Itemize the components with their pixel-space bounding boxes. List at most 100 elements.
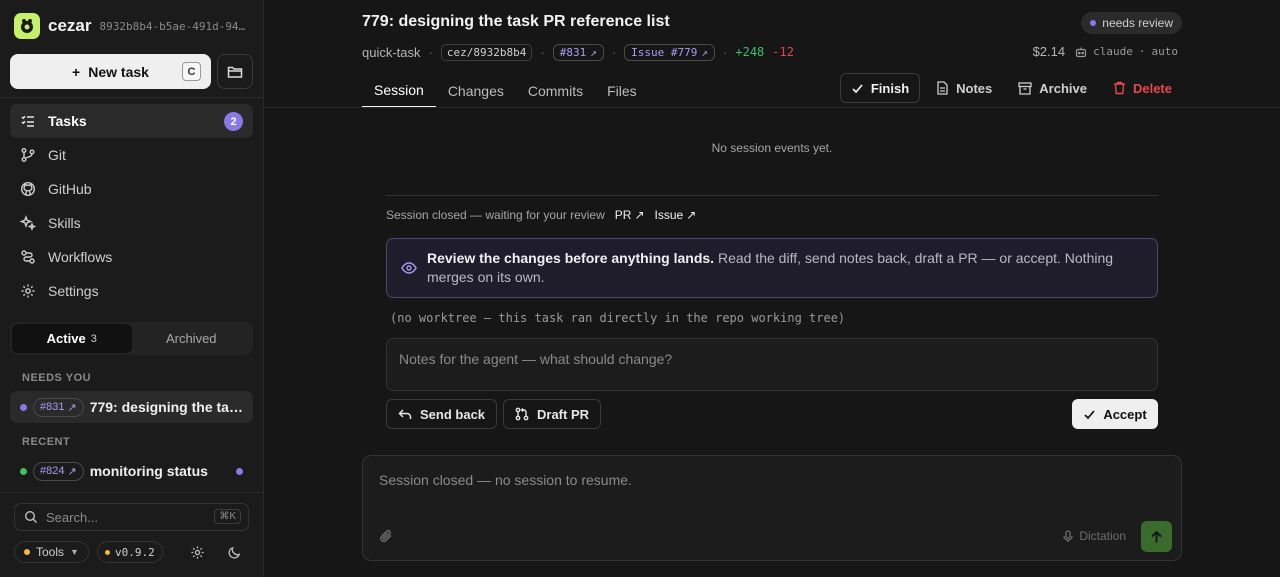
task-actions: Finish Notes Archive Delete — [839, 73, 1182, 103]
robot-icon — [1076, 47, 1087, 57]
meta-separator: · — [723, 44, 728, 60]
task-item[interactable]: #831 ↗ 779: designing the ta… — [10, 391, 253, 423]
section-needs-you: NEEDS YOU — [22, 372, 92, 384]
session-closed-text: Session closed — waiting for your review — [386, 208, 605, 222]
nav-item-git[interactable]: Git — [10, 138, 253, 172]
header-divider — [264, 107, 1280, 108]
send-back-button[interactable]: Send back — [386, 399, 498, 429]
nav-label-tasks: Tasks — [48, 113, 87, 129]
dictation-label: Dictation — [1079, 529, 1126, 543]
delete-label: Delete — [1132, 80, 1172, 96]
accept-button[interactable]: Accept — [1072, 399, 1158, 429]
section-recent: RECENT — [22, 436, 71, 448]
review-callout: Review the changes before anything lands… — [386, 238, 1158, 298]
theme-toggle-button[interactable] — [225, 543, 243, 561]
attach-button[interactable] — [379, 529, 393, 546]
reply-icon — [398, 408, 412, 419]
version-badge[interactable]: v0.9.2 — [97, 541, 163, 563]
meta-separator: · — [611, 44, 617, 60]
tab-archived[interactable]: Archived — [132, 324, 252, 353]
nav-item-github[interactable]: GitHub — [10, 172, 253, 206]
task-name: 779: designing the ta… — [89, 399, 243, 415]
send-button[interactable] — [1141, 521, 1172, 552]
archive-icon — [1018, 81, 1032, 95]
workspace-name: cezar — [48, 16, 92, 35]
nav-item-settings[interactable]: Settings — [10, 274, 253, 308]
agent-notes-input[interactable]: Notes for the agent — what should change… — [386, 338, 1158, 391]
nav-label-github: GitHub — [48, 181, 92, 197]
draft-pr-button[interactable]: Draft PR — [503, 399, 602, 429]
nav-item-workflows[interactable]: Workflows — [10, 240, 253, 274]
sidebar-footer-divider — [0, 492, 264, 493]
tab-changes[interactable]: Changes — [436, 73, 516, 108]
unread-dot — [236, 468, 243, 475]
search-input[interactable]: Search... ⌘K — [14, 503, 249, 531]
session-empty-state: No session events yet. — [711, 141, 833, 155]
tab-files[interactable]: Files — [595, 73, 649, 108]
pr-link[interactable]: #831 ↗ — [552, 43, 604, 61]
settings-button[interactable] — [188, 543, 206, 561]
tab-active-count: 3 — [90, 332, 97, 345]
paperclip-icon — [380, 529, 392, 543]
dictation-button[interactable]: Dictation — [1063, 529, 1126, 543]
tab-archived-label: Archived — [165, 331, 217, 346]
session-divider — [386, 195, 1158, 196]
task-pr-ref: #831 — [40, 401, 65, 413]
agent-notes-placeholder: Notes for the agent — what should change… — [399, 351, 673, 367]
external-link-icon: ↗ — [67, 465, 77, 478]
branch-name[interactable]: cez/8932b8b4 — [440, 43, 533, 61]
archive-button[interactable]: Archive — [1008, 73, 1097, 103]
moon-icon — [228, 546, 240, 558]
new-task-button[interactable]: + New task C — [10, 54, 211, 89]
task-cost-meta: $2.14 claude · auto — [1033, 44, 1178, 59]
notes-label: Notes — [956, 80, 993, 96]
tools-dropdown[interactable]: Tools ▼ — [14, 541, 89, 563]
issue-review-label: Issue — [654, 208, 684, 222]
task-pr-pill[interactable]: #831 ↗ — [33, 397, 84, 417]
accept-label: Accept — [1103, 406, 1147, 422]
trash-icon — [1113, 81, 1125, 95]
message-composer: Session closed — no session to resume. D… — [362, 455, 1182, 561]
agent-mode: auto — [1151, 45, 1179, 58]
task-pr-pill[interactable]: #824 ↗ — [33, 461, 84, 481]
github-icon — [20, 181, 36, 197]
microphone-icon — [1063, 529, 1073, 542]
pr-review-link[interactable]: PR ↗ — [615, 208, 645, 222]
cost-value: $2.14 — [1032, 44, 1066, 59]
issue-link[interactable]: Issue #779 ↗ — [624, 43, 716, 61]
nav-item-skills[interactable]: Skills — [10, 206, 253, 240]
gear-icon — [190, 545, 204, 559]
session-closed-bar: Session closed — waiting for your review… — [386, 208, 696, 222]
arrow-up-icon — [1151, 530, 1162, 542]
eye-icon — [401, 262, 417, 274]
task-item[interactable]: #824 ↗ monitoring status — [10, 455, 253, 487]
search-shortcut: ⌘K — [214, 509, 241, 524]
tools-label: Tools — [36, 545, 65, 559]
version-label: v0.9.2 — [115, 545, 155, 559]
finish-button[interactable]: Finish — [839, 73, 921, 103]
external-link-icon: ↗ — [701, 45, 709, 59]
notes-button[interactable]: Notes — [926, 73, 1002, 103]
worktree-note: (no worktree — this task ran directly in… — [390, 311, 846, 325]
status-dot — [1090, 20, 1097, 26]
workspace-id: 8932b8b4-b5ae-491d-94… — [99, 19, 246, 33]
git-branch-icon — [21, 148, 35, 162]
new-task-shortcut: C — [182, 62, 201, 81]
tab-commits[interactable]: Commits — [516, 73, 595, 108]
tasks-count-badge: 2 — [224, 112, 243, 131]
tab-session[interactable]: Session — [362, 73, 436, 108]
nav-item-tasks[interactable]: Tasks 2 — [10, 104, 253, 138]
external-link-icon: ↗ — [686, 208, 697, 222]
composer-input[interactable]: Session closed — no session to resume. — [379, 472, 632, 488]
plus-icon: + — [72, 63, 81, 80]
issue-review-link[interactable]: Issue ↗ — [655, 208, 697, 222]
search-placeholder: Search... — [46, 509, 99, 525]
pr-ref: #831 — [559, 45, 587, 59]
open-folder-button[interactable] — [217, 54, 253, 89]
task-pr-ref: #824 — [40, 465, 65, 477]
workspace-brand[interactable]: cezar 8932b8b4-b5ae-491d-94… — [14, 13, 254, 39]
tab-active[interactable]: Active 3 — [12, 324, 132, 353]
tab-active-label: Active — [46, 331, 86, 346]
delete-button[interactable]: Delete — [1103, 73, 1182, 103]
task-detail: 779: designing the task PR reference lis… — [264, 0, 1280, 577]
